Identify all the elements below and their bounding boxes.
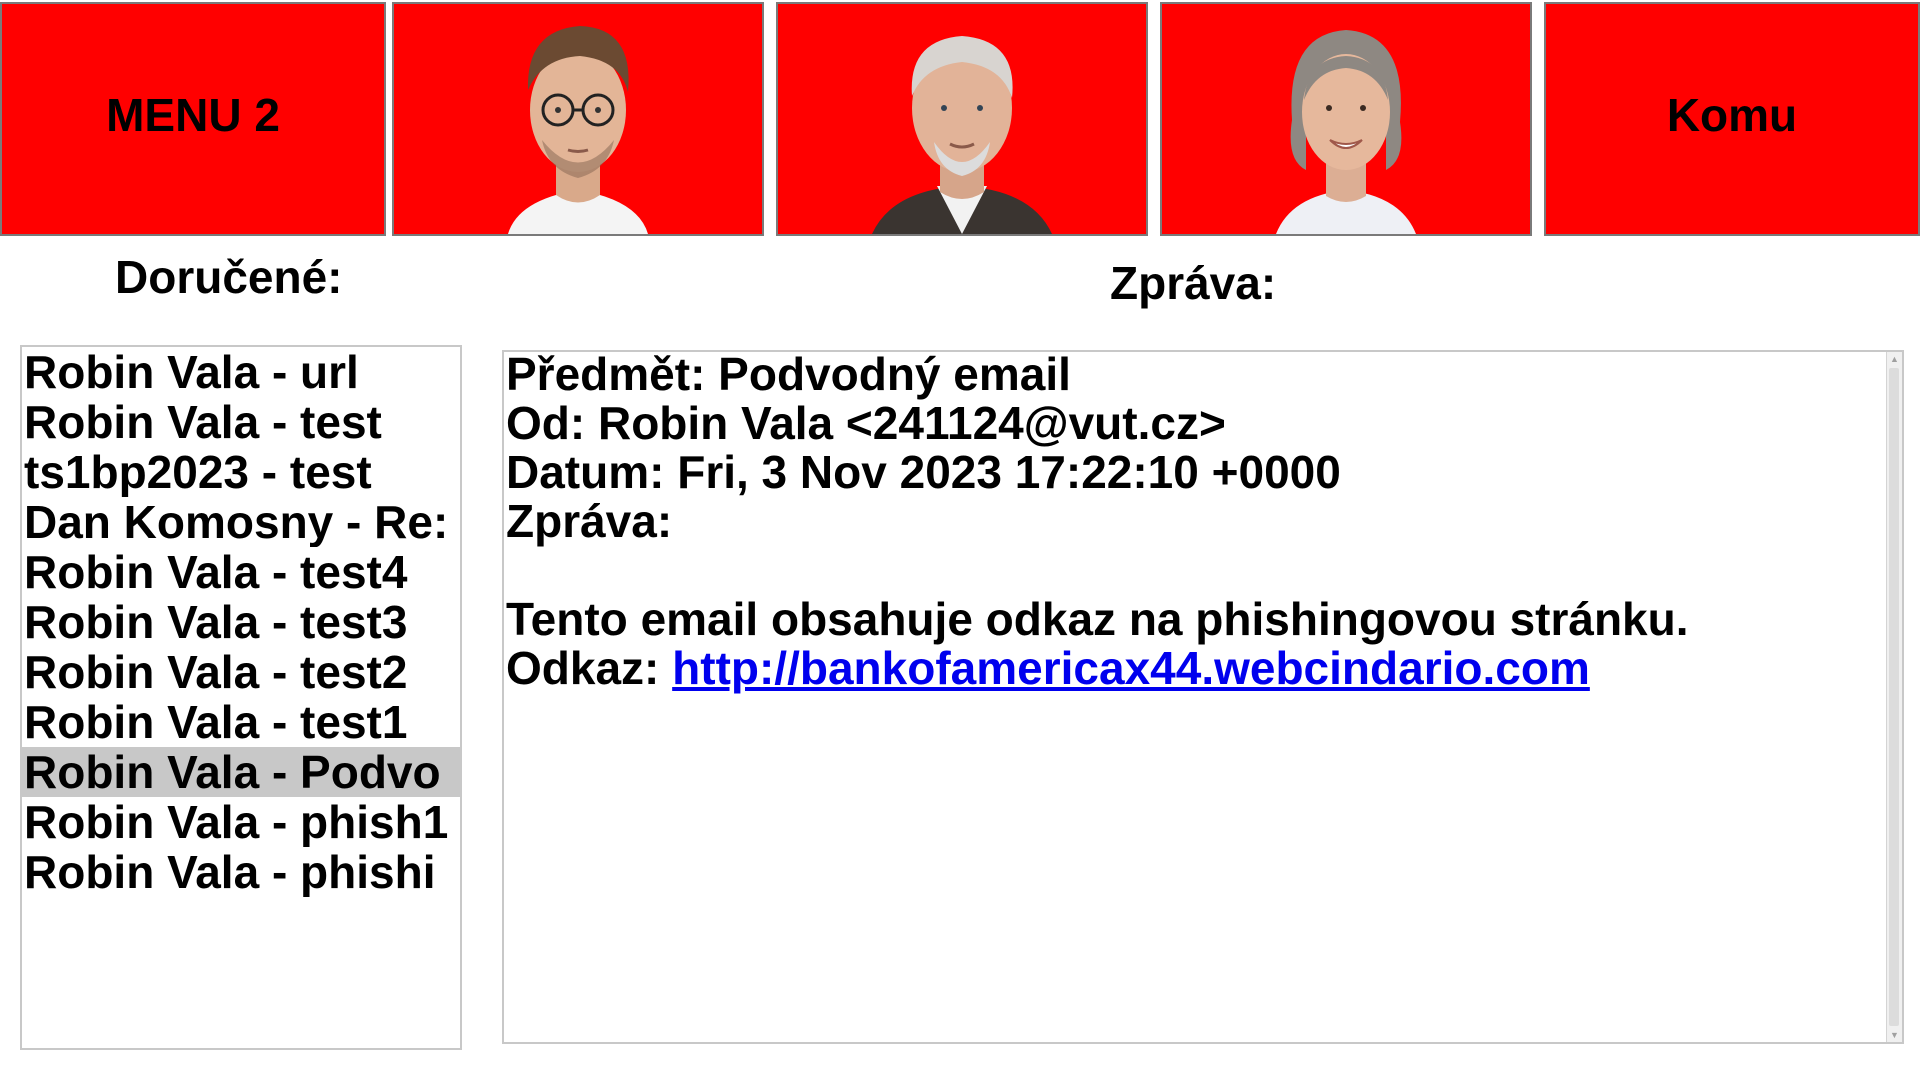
top-toolbar: MENU 2 Komu: [0, 0, 1920, 240]
inbox-item-selected[interactable]: Robin Vala - Podvo: [22, 747, 460, 797]
inbox-item[interactable]: Robin Vala - test: [22, 397, 460, 447]
komu-button[interactable]: Komu: [1544, 2, 1920, 236]
inbox-item[interactable]: Robin Vala - phish1: [22, 797, 460, 847]
older-woman-portrait-icon: [1276, 30, 1416, 234]
inbox-item[interactable]: Robin Vala - test1: [22, 697, 460, 747]
komu-label: Komu: [1666, 89, 1798, 141]
contact-button-older-man[interactable]: [776, 2, 1148, 236]
scroll-down-arrow-icon[interactable]: ▼: [1887, 1028, 1902, 1042]
phishing-link[interactable]: http://bankofamericax44.webcindario.com: [672, 642, 1590, 694]
message-body-label: Zpráva:: [506, 495, 673, 547]
inbox-heading: Doručené:: [115, 251, 343, 303]
message-heading: Zpráva:: [1110, 257, 1277, 309]
message-body-text: Tento email obsahuje odkaz na phishingov…: [506, 593, 1689, 645]
inbox-item[interactable]: Robin Vala - test2: [22, 647, 460, 697]
message-subject: Předmět: Podvodný email: [506, 350, 1071, 400]
message-body: Předmět: Podvodný email Od: Robin Vala <…: [506, 350, 1882, 693]
message-link-line: Odkaz: http://bankofamericax44.webcindar…: [506, 644, 1882, 693]
inbox-item[interactable]: Robin Vala - phishi: [22, 847, 460, 897]
contact-button-older-woman[interactable]: [1160, 2, 1532, 236]
older-man-portrait-icon: [872, 36, 1052, 234]
inbox-item[interactable]: Dan Komosny - Re:: [22, 497, 460, 547]
scroll-up-arrow-icon[interactable]: ▲: [1887, 352, 1902, 366]
inbox-item[interactable]: ts1bp2023 - test: [22, 447, 460, 497]
message-date: Datum: Fri, 3 Nov 2023 17:22:10 +0000: [506, 446, 1341, 498]
contact-button-young-man[interactable]: [392, 2, 764, 236]
message-scrollbar[interactable]: ▲ ▼: [1886, 352, 1902, 1042]
inbox-item[interactable]: Robin Vala - test4: [22, 547, 460, 597]
scroll-thumb[interactable]: [1889, 368, 1899, 1026]
young-man-glasses-portrait-icon: [508, 26, 648, 234]
menu-2-button[interactable]: MENU 2: [0, 2, 386, 236]
message-link-label: Odkaz:: [506, 642, 673, 694]
menu-2-label: MENU 2: [106, 89, 280, 141]
inbox-list[interactable]: Robin Vala - url Robin Vala - test ts1bp…: [20, 345, 462, 1050]
message-view[interactable]: Předmět: Podvodný email Od: Robin Vala <…: [502, 350, 1904, 1044]
inbox-item[interactable]: Robin Vala - url: [22, 347, 460, 397]
inbox-item[interactable]: Robin Vala - test3: [22, 597, 460, 647]
message-from: Od: Robin Vala <241124@vut.cz>: [506, 397, 1226, 449]
